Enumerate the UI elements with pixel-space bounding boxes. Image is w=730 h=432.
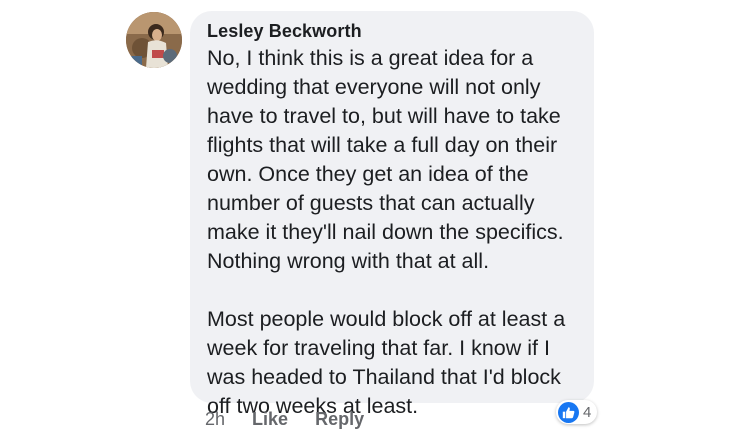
comment-line: make it they'll nail down the specifics. <box>207 220 564 244</box>
like-button[interactable]: Like <box>252 409 288 429</box>
comment-line: was headed to Thailand that I'd block <box>207 365 561 389</box>
avatar[interactable] <box>126 12 182 68</box>
comment-text: No, I think this is a great idea for a w… <box>207 44 592 421</box>
comment-line: wedding that everyone will not only <box>207 75 541 99</box>
avatar-photo <box>126 12 182 68</box>
comment-line: own. Once they get an idea of the <box>207 162 529 186</box>
thumbs-up-icon <box>558 401 579 423</box>
reply-button[interactable]: Reply <box>315 409 364 429</box>
comment-timestamp[interactable]: 2h <box>205 409 225 429</box>
comment-line: have to travel to, but will have to take <box>207 104 561 128</box>
comment-line: number of guests that can actually <box>207 191 535 215</box>
comment-footer: 2h Like Reply <box>205 408 386 430</box>
comment-line: flights that will take a full day on the… <box>207 133 558 157</box>
comment-bubble: Lesley Beckworth No, I think this is a g… <box>190 11 594 418</box>
reaction-summary[interactable]: 4 <box>556 400 598 424</box>
comment-line: week for traveling that far. I know if I <box>207 336 550 360</box>
comment-line: No, I think this is a great idea for a <box>207 46 534 70</box>
reaction-count: 4 <box>583 403 592 421</box>
comment-line: Nothing wrong with that at all. <box>207 249 490 273</box>
comment-author[interactable]: Lesley Beckworth <box>207 21 362 42</box>
comment-line: Most people would block off at least a <box>207 307 566 331</box>
